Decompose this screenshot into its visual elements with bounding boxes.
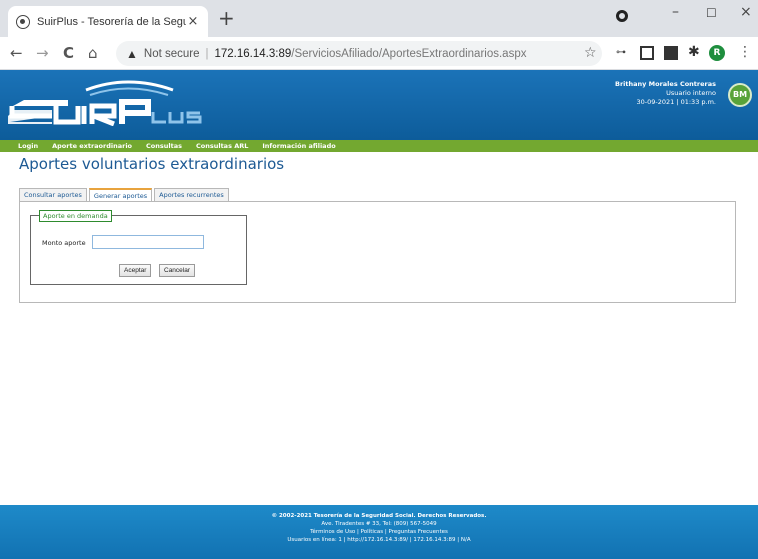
menu-item-informacion-afiliado[interactable]: Información afiliado [262,142,335,150]
tab-panel: Aporte en demanda Monto aporte Aceptar C… [19,201,736,303]
window-close-button[interactable]: × [740,4,752,20]
warning-icon[interactable]: ▲ [126,47,138,61]
site-header: Brithany Morales Contreras Usuario inter… [0,70,758,140]
user-avatar[interactable]: BM [728,83,752,107]
extension-link-icon[interactable]: ⊶ [616,47,630,61]
tab-consultar-aportes[interactable]: Consultar aportes [19,188,87,202]
tab-title: SuirPlus - Tesorería de la Seguri [37,15,186,28]
menu-item-aporte-extraordinario[interactable]: Aporte extraordinario [52,142,132,150]
tab-aportes-recurrentes[interactable]: Aportes recurrentes [154,188,229,202]
amount-label: Monto aporte [42,239,86,247]
menu-item-consultas-arl[interactable]: Consultas ARL [196,142,248,150]
extension-square-icon[interactable] [640,46,654,60]
accept-button[interactable]: Aceptar [119,264,152,277]
home-icon[interactable]: ⌂ [88,44,98,62]
browser-window: SuirPlus - Tesorería de la Seguri × + – … [0,0,758,559]
tab-close-icon[interactable]: × [186,14,200,29]
user-role: Usuario interno [666,89,716,97]
browser-toolbar: ← → C ⌂ ▲ Not secure | 172.16.14.3:89 /S… [0,37,758,70]
bookmark-star-icon[interactable]: ☆ [584,45,597,61]
main-menu: Login Aporte extraordinario Consultas Co… [0,140,758,152]
browser-tab[interactable]: SuirPlus - Tesorería de la Seguri × [8,6,208,37]
menu-item-consultas[interactable]: Consultas [146,142,182,150]
back-icon[interactable]: ← [10,44,23,62]
minimize-button[interactable]: – [672,4,679,20]
new-tab-button[interactable]: + [218,8,235,28]
extensions-puzzle-icon[interactable]: ✱ [688,44,702,60]
not-secure-label[interactable]: Not secure [144,48,200,60]
tab-strip: SuirPlus - Tesorería de la Seguri × + – … [0,0,758,37]
extension-save-icon[interactable] [664,46,678,60]
page-tabs: Consultar aportes Generar aportes Aporte… [19,188,231,203]
amount-input[interactable] [92,235,204,249]
footer-online-users: Usuarios en línea: 1 | http://172.16.14.… [287,537,471,543]
site-footer: © 2002-2021 Tesorería de la Seguridad So… [0,505,758,559]
fieldset-legend: Aporte en demanda [39,210,112,222]
url-path[interactable]: /ServiciosAfiliado/AportesExtraordinario… [291,48,526,60]
menu-item-login[interactable]: Login [18,142,38,150]
url-separator: | [205,47,209,60]
footer-links[interactable]: Términos de Uso | Políticas | Preguntas … [0,528,758,536]
session-datetime: 30-09-2021 | 01:33 p.m. [636,98,717,106]
maximize-button[interactable]: ☐ [706,6,717,20]
address-bar[interactable]: ▲ Not secure | 172.16.14.3:89 /Servicios… [116,41,602,66]
recording-icon[interactable] [616,10,628,22]
profile-avatar[interactable]: R [709,45,725,61]
forward-icon[interactable]: → [36,44,49,62]
footer-address: Ave. Tiradentes # 33, Tel: (809) 567-504… [321,521,437,527]
url-host[interactable]: 172.16.14.3:89 [215,48,292,60]
suirplus-logo[interactable] [8,76,208,126]
reload-icon[interactable]: C [63,44,74,62]
cancel-button[interactable]: Cancelar [159,264,196,277]
user-info: Brithany Morales Contreras Usuario inter… [615,80,716,107]
site-favicon-icon [16,14,30,29]
footer-copyright: © 2002-2021 Tesorería de la Seguridad So… [271,513,487,519]
browser-menu-icon[interactable]: ⋮ [738,44,752,60]
page-title: Aportes voluntarios extraordinarios [19,155,285,173]
user-name: Brithany Morales Contreras [615,80,716,88]
aporte-demanda-fieldset: Aporte en demanda Monto aporte Aceptar C… [30,210,247,285]
